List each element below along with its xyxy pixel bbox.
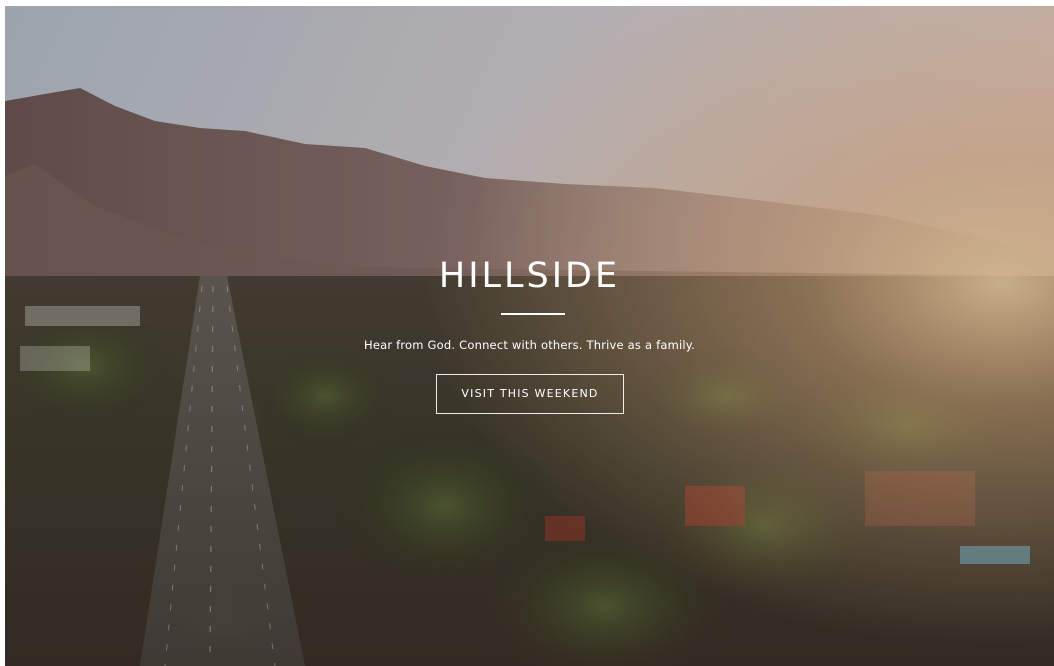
visit-this-weekend-button[interactable]: VISIT THIS WEEKEND <box>436 374 624 414</box>
hero-overlay: HILLSIDE Hear from God. Connect with oth… <box>5 6 1054 666</box>
hero-tagline: Hear from God. Connect with others. Thri… <box>363 338 695 352</box>
brand-logo[interactable]: HILLSIDE <box>5 256 1054 296</box>
logo-divider <box>501 313 565 315</box>
hero-section: HILLSIDE Hear from God. Connect with oth… <box>5 6 1054 666</box>
